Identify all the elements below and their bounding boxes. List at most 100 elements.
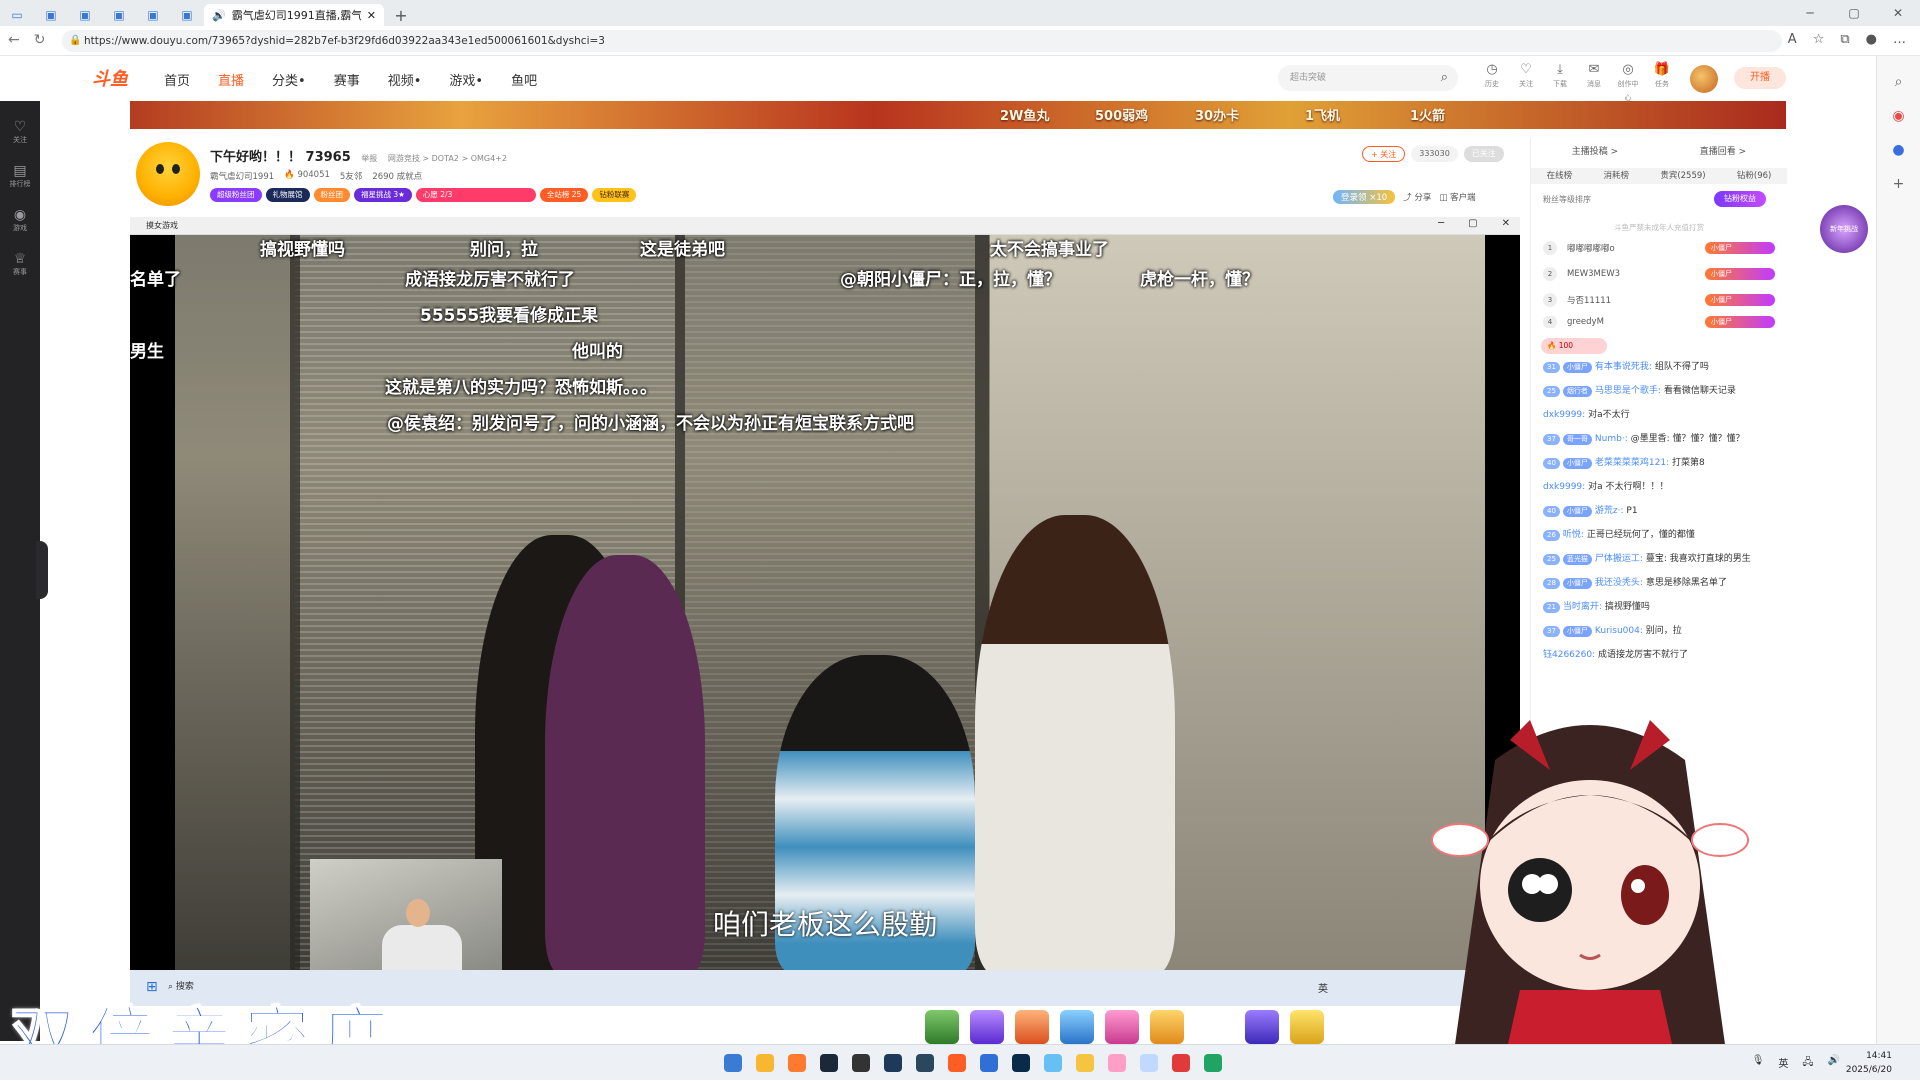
chat-username[interactable]: 游荒z·: xyxy=(1595,506,1624,516)
menu-games[interactable]: 游戏• xyxy=(449,70,483,89)
gift-item[interactable] xyxy=(970,1010,1004,1044)
message-icon[interactable]: ✉ 消息 xyxy=(1582,63,1606,105)
friends-count[interactable]: 5友邻 xyxy=(340,170,362,182)
new-tab-button[interactable]: + xyxy=(384,4,418,26)
app-icon[interactable] xyxy=(884,1054,902,1072)
rank-row[interactable]: 3 与否11111 小僵尸 xyxy=(1543,290,1775,310)
rank-sort-label[interactable]: 粉丝等级排序 xyxy=(1543,194,1591,205)
close-window-button[interactable]: ✕ xyxy=(1876,0,1920,26)
volume-icon[interactable]: 🔊 xyxy=(1828,1055,1840,1072)
rank-row[interactable]: 4 greedyM 小僵尸 xyxy=(1543,316,1775,328)
app-icon[interactable] xyxy=(916,1054,934,1072)
fan-badge[interactable]: 烟行者 xyxy=(1562,386,1592,397)
app-icon[interactable] xyxy=(1076,1054,1094,1072)
minimize-button[interactable]: ─ xyxy=(1788,0,1832,26)
menu-video[interactable]: 视频• xyxy=(388,70,422,89)
app-icon[interactable] xyxy=(1012,1054,1030,1072)
app-icon[interactable] xyxy=(980,1054,998,1072)
badge-diamond-league[interactable]: 钻粉联赛 xyxy=(592,188,637,202)
start-broadcast-button[interactable]: 开播 xyxy=(1734,67,1786,89)
more-icon[interactable]: … xyxy=(1893,32,1906,47)
search-icon[interactable]: ⌕ xyxy=(1877,74,1920,90)
history-icon[interactable]: ◷ 历史 xyxy=(1480,63,1504,105)
tab-5[interactable]: ▣ xyxy=(170,4,204,26)
tab-online[interactable]: 在线榜 xyxy=(1547,168,1573,184)
badge-fan-club[interactable]: 粉丝团 xyxy=(313,188,350,202)
sidebar-follow[interactable]: ♡ 关注 xyxy=(0,119,40,145)
douyu-logo[interactable]: 斗鱼 xyxy=(92,65,150,91)
tab-3[interactable]: ▣ xyxy=(102,4,136,26)
badge-super-fans[interactable]: 超级粉丝团 xyxy=(210,188,262,202)
steam-icon[interactable] xyxy=(820,1054,838,1072)
app-icon[interactable] xyxy=(852,1054,870,1072)
app-icon[interactable] xyxy=(1044,1054,1062,1072)
chat-username[interactable]: 听悦: xyxy=(1563,530,1584,540)
sidebar-rank[interactable]: ▤ 排行榜 xyxy=(0,163,40,189)
chat-username[interactable]: 尸体搬运工: xyxy=(1595,554,1643,564)
info-icon[interactable]: ● xyxy=(1877,142,1920,158)
creator-icon[interactable]: ◎ 创作中心 xyxy=(1616,63,1640,105)
close-icon[interactable]: ✕ xyxy=(367,9,376,22)
task-icon[interactable]: 🎁 任务 xyxy=(1650,63,1674,105)
chat-username[interactable]: dxk9999: xyxy=(1543,410,1585,420)
chat-username[interactable]: 老菜菜菜菜鸡121: xyxy=(1595,458,1669,468)
followed-button[interactable]: 已关注 xyxy=(1463,146,1504,162)
douyu-icon[interactable] xyxy=(948,1054,966,1072)
gift-item[interactable] xyxy=(1015,1010,1049,1044)
minimize-icon[interactable]: ─ xyxy=(1438,218,1444,229)
network-icon[interactable]: 🖧 xyxy=(1802,1055,1813,1072)
gift-item[interactable] xyxy=(1105,1010,1139,1044)
chat-username[interactable]: 我还没秃头: xyxy=(1595,578,1643,588)
mic-icon[interactable]: 🎙 xyxy=(1752,1055,1765,1072)
tab-active[interactable]: 🔊 霸气虐幻司1991直播,霸气虐 ✕ xyxy=(204,4,384,26)
login-reward[interactable]: 登录领 ×10 xyxy=(1333,190,1396,204)
anchor-name[interactable]: 霸气虐幻司1991 xyxy=(210,170,274,182)
chat-username[interactable]: Kurisu004: xyxy=(1595,626,1643,636)
badge-star-challenge[interactable]: 福星挑战 3★ xyxy=(354,188,412,202)
add-icon[interactable]: + xyxy=(1877,176,1920,192)
search-input[interactable]: 超击突破 ⌕ xyxy=(1278,65,1458,91)
hot-pill[interactable]: 🔥 100 xyxy=(1541,338,1607,354)
rank-row[interactable]: 2 MEW3MEW3 小僵尸 xyxy=(1543,264,1775,284)
ime-indicator[interactable]: 英 xyxy=(1778,1055,1788,1072)
app-icon[interactable] xyxy=(1172,1054,1190,1072)
restore-icon[interactable]: ▢ xyxy=(1468,218,1477,229)
edge-icon[interactable] xyxy=(1204,1054,1222,1072)
chat-username[interactable]: 有本事说死我: xyxy=(1595,362,1652,372)
event-banner[interactable]: 2W鱼丸 500弱鸡 30办卡 1飞机 1火箭 xyxy=(130,101,1786,129)
chat-username[interactable]: 当时离开: xyxy=(1563,602,1602,612)
fan-badge[interactable]: 小僵尸 xyxy=(1562,626,1592,637)
fan-badge[interactable]: 蓝光猫 xyxy=(1562,554,1592,565)
menu-live[interactable]: 直播 xyxy=(218,70,244,89)
app-icon[interactable] xyxy=(1140,1054,1158,1072)
follow-icon[interactable]: ♡ 关注 xyxy=(1514,63,1538,105)
diamond-benefits-button[interactable]: 钻粉权益 xyxy=(1714,191,1766,207)
fan-badge[interactable]: 哥一哥 xyxy=(1562,434,1592,445)
download-icon[interactable]: ⤓ 下载 xyxy=(1548,63,1572,105)
gift-item[interactable] xyxy=(925,1010,959,1044)
report-link[interactable]: 举报 xyxy=(361,154,377,163)
refresh-icon[interactable]: ↻ xyxy=(34,32,46,48)
close-icon[interactable]: ✕ xyxy=(1502,218,1510,229)
tab-consume[interactable]: 消耗榜 xyxy=(1603,168,1629,184)
fan-badge[interactable]: 小僵尸 xyxy=(1562,362,1592,373)
tab-4[interactable]: ▣ xyxy=(136,4,170,26)
user-avatar[interactable] xyxy=(1690,65,1718,93)
system-clock[interactable]: 14:41 2025/6/20 xyxy=(1846,1049,1892,1077)
fan-badge[interactable]: 小僵尸 xyxy=(1562,506,1592,517)
start-icon[interactable] xyxy=(724,1054,742,1072)
app-icon[interactable] xyxy=(788,1054,806,1072)
chat-username[interactable]: dxk9999: xyxy=(1543,482,1585,492)
app-icon[interactable] xyxy=(1108,1054,1126,1072)
search-icon[interactable]: ⌕ xyxy=(1441,65,1448,91)
gift-item[interactable] xyxy=(1290,1010,1324,1044)
gift-item[interactable] xyxy=(1150,1010,1184,1044)
client-button[interactable]: ◫ 客户端 xyxy=(1439,191,1475,203)
url-field[interactable]: 🔒 https://www.douyu.com/73965?dyshid=282… xyxy=(62,30,1782,52)
sidebar-events[interactable]: ♕ 赛事 xyxy=(0,251,40,277)
achievement-points[interactable]: 2690 成就点 xyxy=(372,170,422,182)
anchor-avatar[interactable] xyxy=(136,142,200,206)
tab-icon[interactable]: ▭ xyxy=(0,4,34,26)
tab-1[interactable]: ▣ xyxy=(34,4,68,26)
fan-badge[interactable]: 小僵尸 xyxy=(1562,458,1592,469)
